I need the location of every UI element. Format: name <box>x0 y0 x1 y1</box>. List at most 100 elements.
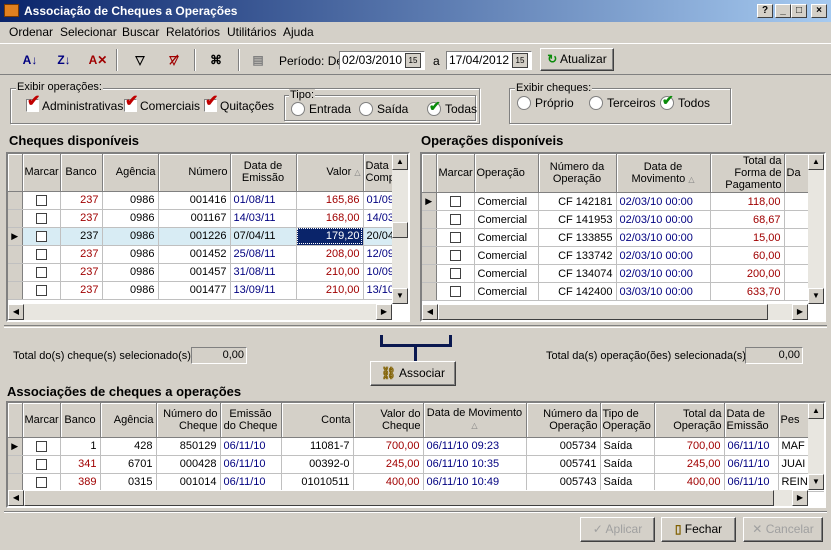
row-checkbox[interactable] <box>22 263 61 282</box>
menu-buscar[interactable]: Buscar <box>122 25 159 39</box>
clear-sort-icon[interactable]: A✕ <box>86 49 110 71</box>
table-row[interactable]: ▶ Comercial CF 142181 02/03/10 00:00 118,00 <box>422 192 824 211</box>
menu-utilitarios[interactable]: Utilitários <box>227 25 276 39</box>
col-conta[interactable]: Conta <box>281 403 354 438</box>
scroll-down-icon[interactable]: ▼ <box>392 288 408 304</box>
scroll-up-icon[interactable]: ▲ <box>392 154 408 170</box>
radio-proprio[interactable]: Próprio <box>517 96 574 110</box>
calendar-icon[interactable]: 15 <box>405 53 421 68</box>
scroll-down-icon[interactable]: ▼ <box>808 288 824 304</box>
operacoes-hscroll[interactable]: ◀ ▶ <box>422 304 808 320</box>
maximize-button[interactable]: □ <box>791 4 807 18</box>
col-marcar[interactable]: Marcar <box>436 154 475 193</box>
row-checkbox[interactable] <box>436 210 475 229</box>
table-row[interactable]: 237 0986 001167 14/03/11 168,00 14/03/1 <box>8 209 408 228</box>
row-checkbox[interactable] <box>22 245 61 264</box>
scroll-down-icon[interactable]: ▼ <box>808 474 824 490</box>
col-marcar[interactable]: Marcar <box>22 154 61 192</box>
menu-relatorios[interactable]: Relatórios <box>166 25 220 39</box>
aplicar-button[interactable]: ✓ Aplicar <box>580 517 655 542</box>
table-row[interactable]: Comercial CF 133742 02/03/10 00:00 60,00 <box>422 246 824 265</box>
table-row[interactable]: 237 0986 001416 01/08/11 165,86 01/09/1 <box>8 191 408 210</box>
table-row[interactable]: Comercial CF 134074 02/03/10 00:00 200,00 <box>422 264 824 283</box>
scroll-thumb[interactable] <box>392 222 408 238</box>
radio-terceiros[interactable]: Terceiros <box>589 96 656 110</box>
fechar-button[interactable]: ▯ Fechar <box>661 517 736 542</box>
cheques-vscroll[interactable]: ▲ ▼ <box>392 154 408 304</box>
col-valor-cheque[interactable]: Valor do Cheque <box>353 403 424 438</box>
col-numero-cheque[interactable]: Número do Cheque <box>156 403 221 438</box>
print-icon[interactable]: ▤ <box>246 49 270 71</box>
clear-filter-icon[interactable]: ▽̸ <box>162 49 186 71</box>
table-row[interactable]: 237 0986 001457 31/08/11 210,00 10/09/1 <box>8 263 408 282</box>
checkbox-comerciais[interactable]: ✔ Comerciais <box>124 94 200 113</box>
col-data-movimento[interactable]: Data de Movimento △ <box>423 403 527 438</box>
col-data-emissao[interactable]: Data de Emissão <box>230 154 297 192</box>
scroll-thumb[interactable] <box>24 490 774 506</box>
col-emissao-cheque[interactable]: Emissão do Cheque <box>220 403 282 438</box>
row-checkbox[interactable] <box>436 228 475 247</box>
operacoes-vscroll[interactable]: ▲ ▼ <box>808 154 824 304</box>
associacoes-vscroll[interactable]: ▲ ▼ <box>808 403 824 490</box>
col-marcar[interactable]: Marcar <box>22 403 61 438</box>
col-total-forma-pagamento[interactable]: Total da Forma de Pagamento <box>710 154 785 193</box>
row-checkbox[interactable] <box>22 473 61 492</box>
table-row[interactable]: 389 0315 001014 06/11/10 01010511 400,00 06/11… <box>8 473 824 492</box>
scroll-left-icon[interactable]: ◀ <box>8 304 24 320</box>
radio-entrada[interactable]: Entrada <box>291 102 351 116</box>
radio-saida[interactable]: Saída <box>359 102 408 116</box>
col-agencia[interactable]: Agência <box>100 403 157 438</box>
table-row[interactable]: Comercial CF 133855 02/03/10 00:00 15,00 <box>422 228 824 247</box>
checkbox-administrativas[interactable]: ✔ Administrativas <box>26 94 123 113</box>
col-numero[interactable]: Número <box>158 154 231 192</box>
col-tipo-operacao[interactable]: Tipo de Operação <box>600 403 655 438</box>
col-banco[interactable]: Banco <box>60 154 103 192</box>
scroll-right-icon[interactable]: ▶ <box>792 490 808 506</box>
binoculars-icon[interactable]: ⌘ <box>204 49 228 71</box>
close-button[interactable]: × <box>811 4 827 18</box>
menu-ajuda[interactable]: Ajuda <box>283 25 314 39</box>
sort-az-icon[interactable]: A↓ <box>18 49 42 71</box>
scroll-thumb[interactable] <box>438 304 768 320</box>
radio-todos[interactable]: ✔ Todos <box>660 92 710 110</box>
associacoes-hscroll[interactable]: ◀ ▶ <box>8 490 808 506</box>
table-row[interactable]: 341 6701 000428 06/11/10 00392-0 245,00 06/11/… <box>8 455 824 474</box>
table-row[interactable]: ▶ 237 0986 001226 07/04/11 179,20 20/04/1 <box>8 227 408 246</box>
row-checkbox[interactable] <box>22 437 61 456</box>
table-row[interactable]: Comercial CF 141953 02/03/10 00:00 68,67 <box>422 210 824 229</box>
row-checkbox[interactable] <box>436 264 475 283</box>
col-data-emissao[interactable]: Data de Emissão <box>724 403 779 438</box>
calendar-icon[interactable]: 15 <box>512 53 528 68</box>
checkbox-quitacoes[interactable]: ✔ Quitações <box>204 94 274 113</box>
row-checkbox[interactable] <box>436 192 475 211</box>
scroll-up-icon[interactable]: ▲ <box>808 403 824 419</box>
scroll-right-icon[interactable]: ▶ <box>376 304 392 320</box>
table-row[interactable]: 237 0986 001477 13/09/11 210,00 13/10/1 <box>8 281 408 300</box>
row-checkbox[interactable] <box>22 209 61 228</box>
row-checkbox[interactable] <box>22 227 61 246</box>
scroll-left-icon[interactable]: ◀ <box>422 304 438 320</box>
col-valor[interactable]: Valor △ <box>296 154 364 192</box>
row-checkbox[interactable] <box>436 282 475 301</box>
row-checkbox[interactable] <box>22 455 61 474</box>
col-total-operacao[interactable]: Total da Operação <box>654 403 725 438</box>
row-checkbox[interactable] <box>22 191 61 210</box>
minimize-button[interactable]: _ <box>775 4 791 18</box>
scroll-up-icon[interactable]: ▲ <box>808 154 824 170</box>
associar-button[interactable]: ⛓ Associar <box>370 361 456 386</box>
menu-ordenar[interactable]: Ordenar <box>9 25 53 39</box>
col-operacao[interactable]: Operação <box>474 154 539 193</box>
cancelar-button[interactable]: ✕ Cancelar <box>743 517 823 542</box>
col-agencia[interactable]: Agência <box>102 154 159 192</box>
splitter[interactable] <box>4 325 827 328</box>
row-checkbox[interactable] <box>436 246 475 265</box>
col-banco[interactable]: Banco <box>60 403 101 438</box>
sort-za-icon[interactable]: Z↓ <box>52 49 76 71</box>
atualizar-button[interactable]: ↻ Atualizar <box>540 48 614 71</box>
scroll-left-icon[interactable]: ◀ <box>8 490 24 506</box>
col-numero-operacao[interactable]: Número da Operação <box>538 154 617 193</box>
filter-icon[interactable]: ▽ <box>128 49 152 71</box>
cheques-hscroll[interactable]: ◀ ▶ <box>8 304 392 320</box>
radio-todas[interactable]: ✔ Todas <box>427 98 477 116</box>
menu-selecionar[interactable]: Selecionar <box>60 25 117 39</box>
